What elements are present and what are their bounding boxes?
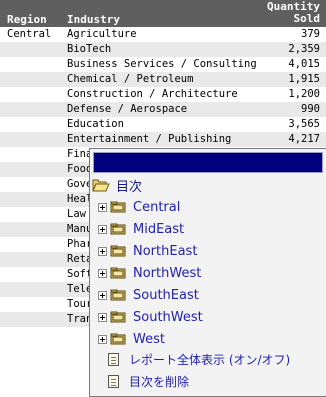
toc-item-southeast[interactable]: SouthEast (98, 286, 199, 304)
folder-icon (110, 289, 133, 301)
toc-item-mideast[interactable]: MidEast (98, 220, 184, 238)
toc-item-label: MidEast (133, 221, 185, 237)
cell-quantity: 4,015 (288, 58, 320, 70)
folder-icon (110, 333, 133, 345)
cell-industry: Defense / Aerospace (67, 103, 188, 115)
toc-item-label: SouthWest (133, 309, 203, 325)
folder-icon (110, 201, 133, 213)
toc-item-northwest[interactable]: NorthWest (98, 264, 201, 282)
cell-industry: Business Services / Consulting (67, 58, 257, 70)
toc-item-label: SouthEast (133, 287, 199, 303)
cell-quantity: 3,565 (288, 118, 320, 130)
toc-item-label: NorthWest (133, 265, 202, 281)
cell-industry: Entertainment / Publishing (67, 133, 232, 145)
cell-industry: Education (67, 118, 124, 130)
table-row: Defense / Aerospace 990 (0, 102, 326, 117)
table-row: Education 3,565 (0, 117, 326, 132)
expand-plus-icon[interactable] (98, 202, 107, 212)
toc-item-label: Central (133, 199, 181, 215)
toc-action-label: 目次を削除 (129, 374, 190, 389)
header-quantity-line2: Sold (293, 12, 321, 25)
document-icon (108, 352, 119, 366)
table-row: Chemical / Petroleum 1,915 (0, 72, 326, 87)
cell-industry: Agriculture (67, 28, 137, 40)
toc-item-southwest[interactable]: SouthWest (98, 308, 203, 326)
folder-icon (110, 311, 133, 323)
header-industry: Industry (67, 13, 120, 26)
expand-plus-icon[interactable] (98, 312, 107, 322)
toc-item-central[interactable]: Central (98, 198, 180, 216)
toc-action-remove-toc[interactable]: 目次を削除 (108, 372, 189, 390)
cell-industry: Law (67, 208, 86, 220)
toc-item-label: NorthEast (133, 243, 198, 259)
cell-quantity: 1,200 (288, 88, 320, 100)
expand-plus-icon[interactable] (98, 290, 107, 300)
toc-root-label: 目次 (116, 179, 143, 195)
table-row: Construction / Architecture 1,200 (0, 87, 326, 102)
cell-quantity: 379 (301, 28, 320, 40)
cell-industry: Chemical / Petroleum (67, 73, 194, 85)
cell-quantity: 2,359 (288, 43, 320, 55)
toc-action-label: レポート全体表示 (オン/オフ) (129, 352, 291, 367)
cell-quantity: 1,915 (288, 73, 320, 85)
header-quantity-sold: Quantity Sold (267, 1, 320, 25)
table-header: Region Industry Quantity Sold (0, 0, 326, 27)
cell-industry: BioTech (67, 43, 112, 55)
cell-industry: Construction / Architecture (67, 88, 238, 100)
folder-icon (110, 267, 133, 279)
toc-action-toggle-full-report[interactable]: レポート全体表示 (オン/オフ) (108, 350, 290, 368)
expand-plus-icon[interactable] (98, 246, 107, 256)
toc-item-northeast[interactable]: NorthEast (98, 242, 197, 260)
expand-plus-icon[interactable] (98, 224, 107, 234)
toc-titlebar (93, 152, 323, 173)
folder-icon (110, 223, 133, 235)
expand-plus-icon[interactable] (98, 334, 107, 344)
table-row: BioTech 2,359 (0, 42, 326, 57)
table-row: Entertainment / Publishing 4,217 (0, 132, 326, 147)
table-row: Business Services / Consulting 4,015 (0, 57, 326, 72)
cell-quantity: 4,217 (288, 133, 320, 145)
toc-item-label: West (133, 331, 165, 347)
table-row: Central Agriculture 379 (0, 27, 326, 42)
open-folder-icon (92, 179, 110, 192)
toc-popup-menu: 目次 Central MidEast NorthEast NorthWest South… (89, 148, 326, 397)
expand-plus-icon[interactable] (98, 268, 107, 278)
toc-root[interactable]: 目次 (92, 176, 143, 195)
header-region: Region (7, 13, 47, 26)
document-icon (108, 374, 119, 388)
toc-item-west[interactable]: West (98, 330, 165, 348)
folder-icon (110, 245, 133, 257)
cell-region: Central (7, 28, 52, 40)
cell-quantity: 990 (301, 103, 320, 115)
